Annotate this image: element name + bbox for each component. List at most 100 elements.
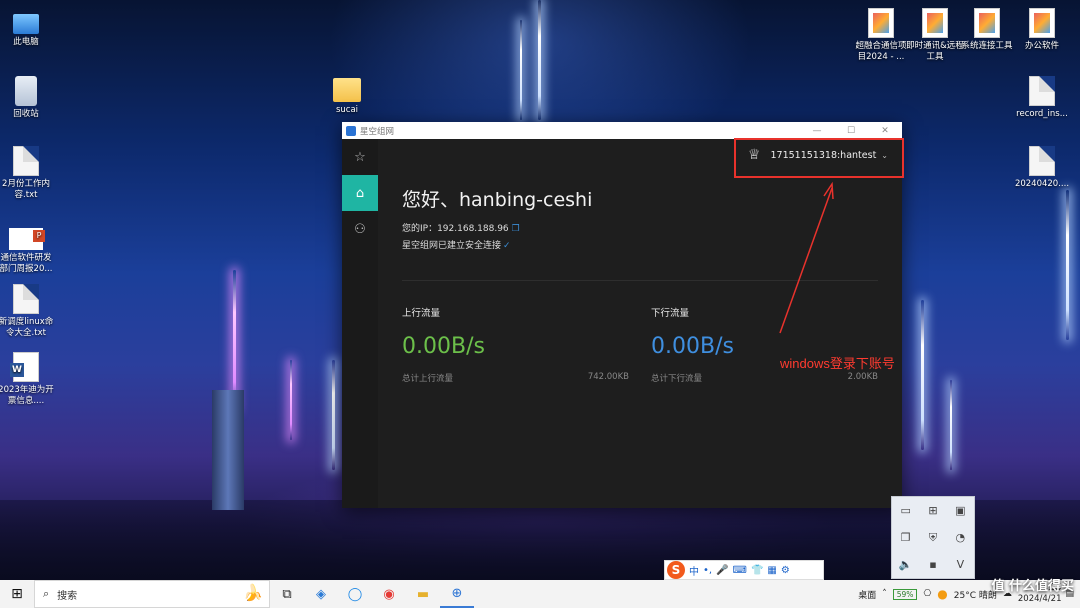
light-beam bbox=[538, 0, 541, 120]
folder-icon bbox=[922, 8, 948, 38]
light-beam bbox=[290, 360, 292, 440]
file-icon bbox=[1029, 76, 1055, 106]
greeting-heading: 您好、hanbing-ceshi bbox=[402, 189, 593, 211]
desktop-icon-this-pc[interactable]: 此电脑 bbox=[0, 8, 55, 48]
home-icon: ⌂ bbox=[355, 185, 365, 201]
recycle-bin-icon bbox=[15, 76, 37, 106]
download-label: 下行流量 bbox=[651, 308, 690, 319]
start-button[interactable]: ⊞ bbox=[0, 580, 34, 608]
search-highlight-icon: 🍌 bbox=[243, 583, 263, 602]
sun-icon: ● bbox=[937, 587, 948, 601]
folder-icon bbox=[1029, 8, 1055, 38]
chrome-icon: ◉ bbox=[383, 586, 395, 602]
computer-icon bbox=[13, 14, 39, 34]
task-view-icon: ⧉ bbox=[282, 586, 292, 602]
search-icon: ⌕ bbox=[43, 587, 50, 600]
desktop-icon-ppt-file[interactable]: P 通信软件研发部门周报20... bbox=[0, 222, 55, 275]
keyboard-icon[interactable]: ⌨ bbox=[733, 565, 747, 576]
desktop-icon-txt-file[interactable]: 2月份工作内容.txt bbox=[0, 146, 55, 201]
microphone-icon[interactable]: 🎤 bbox=[716, 565, 728, 576]
desktop-label[interactable]: 桌面 bbox=[858, 588, 876, 601]
desktop-icon-txt-file[interactable]: 新调度linux命令大全.txt bbox=[0, 284, 55, 339]
tray-wifi-icon[interactable]: ◔ bbox=[956, 531, 966, 544]
text-file-icon bbox=[13, 284, 39, 314]
taskbar-explorer[interactable]: ▬ bbox=[406, 580, 440, 608]
user-icon: ⚇ bbox=[354, 221, 366, 237]
watermark: 值 什么值得买 bbox=[991, 579, 1074, 594]
tray-copy-icon[interactable]: ❐ bbox=[901, 531, 911, 544]
taskbar-chrome[interactable]: ◉ bbox=[372, 580, 406, 608]
window-titlebar[interactable]: 星空组网 — ☐ ✕ bbox=[342, 122, 902, 139]
taskbar-xingkong[interactable]: ⊕ bbox=[440, 580, 474, 608]
sogou-logo-icon: S bbox=[667, 561, 685, 579]
text-file-icon bbox=[13, 146, 39, 176]
download-speed: 0.00B/s bbox=[651, 334, 734, 359]
annotation-arrow bbox=[779, 181, 834, 334]
word-file-icon: W bbox=[10, 352, 39, 382]
tray-screen-icon[interactable]: ▣ bbox=[955, 504, 965, 517]
clock-date: 2024/4/21 bbox=[1017, 594, 1062, 604]
app-icon: ◈ bbox=[316, 586, 326, 602]
desktop-icon-folder-tools[interactable]: 系统连接工具 bbox=[958, 8, 1016, 52]
punctuation-icon[interactable]: •, bbox=[703, 565, 712, 576]
folder-icon bbox=[974, 8, 1000, 38]
network-app-icon: ⊕ bbox=[451, 585, 463, 601]
secure-status-text: 星空组网已建立安全连接 bbox=[402, 241, 502, 251]
desktop-icon-folder-im[interactable]: 即时通讯&远程工具 bbox=[906, 8, 964, 63]
tray-gpu-icon[interactable]: ▪ bbox=[929, 558, 936, 571]
sidebar-item-members[interactable]: ⚇ bbox=[342, 211, 378, 247]
folder-icon: ▬ bbox=[416, 586, 430, 602]
desktop-icon-folder-sucai[interactable]: sucai bbox=[318, 74, 376, 116]
upload-total-label: 总计上行流量 bbox=[402, 374, 454, 384]
settings-icon[interactable]: ⚙ bbox=[781, 565, 790, 576]
desktop-icon-record-file[interactable]: record_ins... bbox=[1013, 76, 1071, 120]
annotation-note: windows登录下账号 bbox=[780, 356, 895, 371]
sidebar-item-favorites[interactable]: ☆ bbox=[342, 139, 378, 175]
desktop-icon-recycle-bin[interactable]: 回收站 bbox=[0, 76, 55, 120]
desktop-icon-word-file[interactable]: W 2023年迪为开票信息.... bbox=[0, 352, 55, 407]
taskbar-search[interactable]: ⌕ 搜索 🍌 bbox=[34, 580, 270, 608]
ip-address-line: 您的IP：192.168.188.96 ❐ bbox=[402, 221, 520, 234]
ime-mode[interactable]: 中 bbox=[689, 563, 699, 578]
task-view-button[interactable]: ⧉ bbox=[270, 580, 304, 608]
light-beam bbox=[950, 380, 952, 470]
toolbox-icon[interactable]: ▦ bbox=[767, 565, 776, 576]
tray-app-icon[interactable]: ▭ bbox=[900, 504, 910, 517]
taskbar-app-1[interactable]: ◈ bbox=[304, 580, 338, 608]
skin-icon[interactable]: 👕 bbox=[751, 565, 763, 576]
taskbar: ⊞ ⌕ 搜索 🍌 ⧉ ◈ ◯ ◉ ▬ ⊕ 桌面 ˄ 59% ⎔ ● 25°C 晴… bbox=[0, 580, 1080, 608]
sidebar-item-home[interactable]: ⌂ bbox=[342, 175, 378, 211]
desktop-icon-date-file[interactable]: 20240420.... bbox=[1013, 146, 1071, 190]
upload-speed: 0.00B/s bbox=[402, 334, 485, 359]
download-total-value: 2.00KB bbox=[847, 372, 878, 382]
presentation-file-icon: P bbox=[9, 228, 45, 250]
tray-vpn-icon[interactable]: V bbox=[957, 558, 965, 571]
desktop-icon-folder-office[interactable]: 办公软件 bbox=[1013, 8, 1071, 52]
window-title: 星空组网 bbox=[360, 126, 395, 137]
tray-volume-icon[interactable]: 🔈 bbox=[899, 558, 913, 571]
maximize-button[interactable]: ☐ bbox=[834, 126, 868, 136]
close-button[interactable]: ✕ bbox=[868, 126, 902, 136]
copy-icon[interactable]: ❐ bbox=[512, 224, 520, 234]
star-icon: ☆ bbox=[354, 149, 366, 165]
tray-network-app-icon[interactable]: ⊞ bbox=[928, 504, 937, 517]
taskbar-app-2[interactable]: ◯ bbox=[338, 580, 372, 608]
light-beam bbox=[921, 300, 924, 450]
file-icon bbox=[1029, 146, 1055, 176]
light-beam bbox=[1066, 190, 1069, 340]
ip-address-text: 您的IP：192.168.188.96 bbox=[402, 224, 509, 234]
ime-toolbar[interactable]: S 中 •, 🎤 ⌨ 👕 ▦ ⚙ bbox=[664, 560, 824, 580]
desktop-icon-folder-project[interactable]: 超融合通信项目2024 - ... bbox=[852, 8, 910, 63]
monolith-tower bbox=[212, 390, 244, 510]
tray-shield-icon[interactable]: ⛨ bbox=[929, 531, 937, 545]
overflow-chevron-icon[interactable]: ˄ bbox=[882, 589, 887, 599]
download-total-label: 总计下行流量 bbox=[651, 374, 703, 384]
tray-overflow-popup: ▭ ⊞ ▣ ❐ ⛨ ◔ 🔈 ▪ V bbox=[891, 496, 975, 579]
folder-icon bbox=[333, 78, 361, 102]
battery-indicator[interactable]: 59% bbox=[892, 588, 918, 600]
light-beam bbox=[520, 20, 522, 120]
search-placeholder: 搜索 bbox=[57, 590, 78, 602]
light-beam bbox=[332, 360, 335, 470]
minimize-button[interactable]: — bbox=[800, 126, 834, 136]
secure-connection-status: 星空组网已建立安全连接 ✓ bbox=[402, 238, 511, 251]
